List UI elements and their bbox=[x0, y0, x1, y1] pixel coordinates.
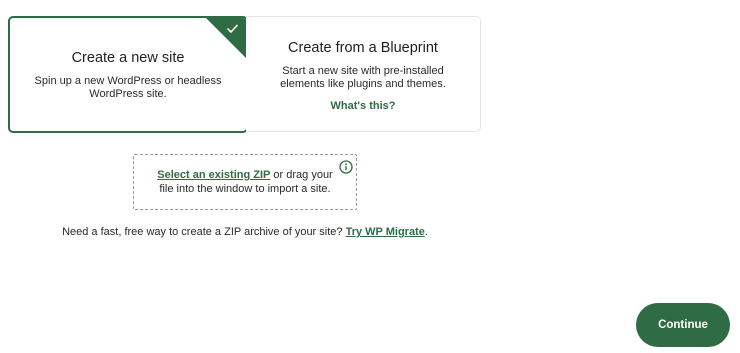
blueprint-title: Create from a Blueprint bbox=[288, 40, 438, 56]
select-existing-zip-link[interactable]: Select an existing ZIP bbox=[157, 169, 270, 181]
checkmark-icon bbox=[206, 18, 246, 58]
create-new-site-description: Spin up a new WordPress or headless Word… bbox=[34, 75, 222, 100]
dropzone-line-2: file into the window to import a site. bbox=[159, 183, 331, 195]
whats-this-link[interactable]: What's this? bbox=[331, 100, 396, 112]
zip-import-dropzone[interactable]: Select an existing ZIP or drag your file… bbox=[133, 154, 357, 210]
continue-button[interactable]: Continue bbox=[636, 303, 730, 347]
try-wp-migrate-link[interactable]: Try WP Migrate bbox=[346, 226, 425, 238]
zip-archive-note: Need a fast, free way to create a ZIP ar… bbox=[0, 226, 490, 238]
create-from-blueprint-card[interactable]: Create from a Blueprint Start a new site… bbox=[246, 16, 481, 132]
create-new-site-title: Create a new site bbox=[71, 50, 185, 66]
dropzone-line-1: Select an existing ZIP or drag your bbox=[157, 168, 332, 182]
note-suffix: . bbox=[424, 226, 428, 238]
create-new-site-card[interactable]: Create a new site Spin up a new WordPres… bbox=[8, 16, 248, 133]
blueprint-description: Start a new site with pre-installed elem… bbox=[280, 65, 446, 90]
info-icon[interactable] bbox=[339, 160, 353, 174]
dropzone-text-1: or drag your bbox=[270, 169, 333, 181]
note-text: Need a fast, free way to create a ZIP ar… bbox=[62, 226, 346, 238]
